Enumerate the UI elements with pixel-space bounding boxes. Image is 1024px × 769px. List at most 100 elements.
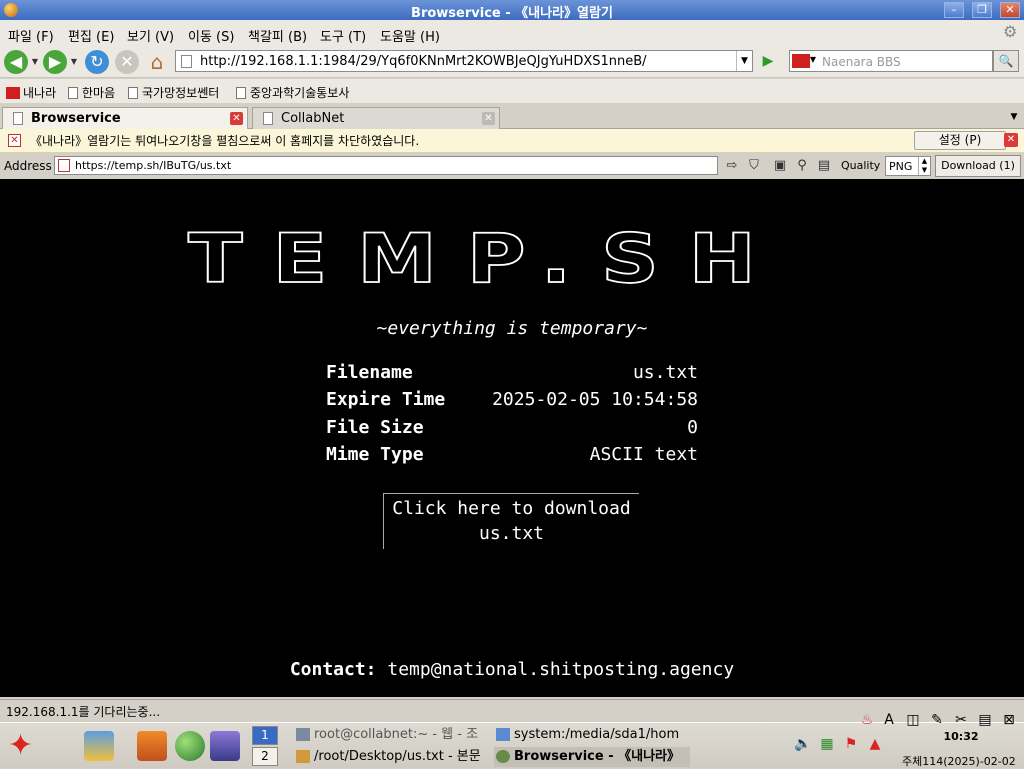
start-menu-star-icon[interactable]: ✦ — [8, 729, 66, 763]
tab-browservice[interactable]: Browservice ✕ — [2, 107, 248, 129]
blocked-icon: ✕ — [8, 134, 21, 147]
task-terminal[interactable]: root@collabnet:~ - 웹 - 조 — [294, 725, 490, 745]
clock[interactable]: 10:32 — [938, 730, 984, 743]
menu-bookmarks[interactable]: 책갈피 (B) — [248, 26, 307, 45]
go-button[interactable]: ▶ — [757, 51, 779, 71]
bookmark-hanmaeum[interactable]: 한마음 — [68, 84, 115, 101]
spinner-icon[interactable]: ▲ ▼ — [918, 157, 930, 175]
field-label: Expire Time — [326, 389, 446, 410]
search-engine-selector[interactable]: ▼ — [789, 50, 819, 72]
tab-list-dropdown-icon[interactable]: ▼ — [1006, 108, 1022, 126]
infobar-settings-button[interactable]: 설정 (P) — [914, 131, 1006, 150]
download-link-button[interactable]: Click here to download us.txt — [383, 493, 639, 549]
editor-launcher-icon[interactable] — [84, 731, 114, 761]
browservice-address-input[interactable]: https://temp.sh/IBuTG/us.txt — [54, 156, 718, 175]
tools-icon[interactable]: ✂ — [952, 711, 970, 729]
tab-label: CollabNet — [281, 111, 345, 126]
menu-file[interactable]: 파일 (F) — [8, 26, 54, 45]
go-arrow-icon[interactable]: ⇨ — [723, 158, 741, 174]
desktop-switch-2[interactable]: 2 — [252, 747, 278, 766]
back-history-dropdown-icon[interactable]: ▼ — [30, 50, 40, 74]
bookmark-icon[interactable]: ⛉ — [745, 158, 763, 174]
notes-icon[interactable]: ✎ — [928, 711, 946, 729]
forward-button[interactable]: ▶ — [43, 50, 67, 74]
download-link-filename: us.txt — [478, 523, 545, 544]
maximize-button[interactable]: ❐ — [972, 2, 992, 18]
bookmark-national-network-center[interactable]: 국가망정보쎈터 — [128, 84, 219, 101]
bookmark-naenara[interactable]: 내나라 — [6, 84, 56, 101]
search-button[interactable]: 🔍 — [993, 50, 1019, 72]
forward-history-dropdown-icon[interactable]: ▼ — [69, 50, 79, 74]
magnifier-icon: 🔍 — [998, 54, 1014, 68]
folder-icon — [496, 728, 510, 741]
taskbar: ✦ 1 2 root@collabnet:~ - 웹 - 조 system:/m… — [0, 712, 1024, 768]
quality-select[interactable]: PNG ▲ ▼ — [885, 156, 931, 176]
menu-edit[interactable]: 편집 (E) — [68, 26, 114, 45]
file-manager-launcher-icon[interactable] — [137, 731, 167, 761]
field-label: Mime Type — [326, 444, 424, 465]
bookmark-label: 한마음 — [82, 86, 116, 100]
task-text-editor[interactable]: /root/Desktop/us.txt - 본문 — [294, 747, 490, 767]
field-value: 2025-02-05 10:54:58 — [492, 389, 698, 410]
bookmark-label: 내나라 — [23, 86, 57, 100]
save-icon[interactable]: ▣ — [771, 158, 789, 174]
flag-icon[interactable]: ⚑ — [842, 735, 860, 753]
window-title: Browservice - 《내나라》열람기 — [411, 6, 613, 21]
download-button[interactable]: Download (1) — [935, 155, 1021, 177]
menu-go[interactable]: 이동 (S) — [188, 26, 234, 45]
naenara-logo-icon — [792, 54, 810, 68]
download-link-line1: Click here to download — [392, 498, 631, 519]
panel-icon[interactable]: ◫ — [904, 711, 922, 729]
browservice-address-text: https://temp.sh/IBuTG/us.txt — [75, 159, 232, 172]
reload-button[interactable]: ↻ — [85, 50, 109, 74]
infobar-close-icon[interactable]: ✕ — [1004, 133, 1018, 147]
popup-blocked-infobar: ✕ 《내나라》열람기는 튀여나오기창을 펼침으로써 이 홈페지를 차단하였습니다… — [0, 129, 1024, 153]
field-label: File Size — [326, 417, 424, 438]
editor-icon — [296, 750, 310, 763]
task-file-manager[interactable]: system:/media/sda1/hom — [494, 725, 690, 745]
site-logo: TEMP.SH — [187, 218, 786, 299]
font-icon[interactable]: A — [880, 711, 898, 729]
status-text: 192.168.1.1를 기다리는중... — [6, 705, 161, 719]
back-button[interactable]: ◀ — [4, 50, 28, 74]
stop-button[interactable]: ✕ — [115, 50, 139, 74]
task-label: system:/media/sda1/hom — [514, 727, 680, 742]
alert-icon[interactable]: ▲ — [866, 735, 884, 753]
fire-icon[interactable]: ♨ — [858, 711, 876, 729]
menu-view[interactable]: 보기 (V) — [127, 26, 174, 45]
address-label: Address — [4, 159, 52, 173]
url-bar[interactable]: http://192.168.1.1:1984/29/Yq6f0KNnMrt2K… — [175, 50, 753, 72]
tab-collabnet[interactable]: CollabNet ✕ — [252, 107, 500, 129]
title-bar: Browservice - 《내나라》열람기 – ❐ ✕ — [0, 0, 1024, 21]
menu-tools[interactable]: 도구 (T) — [320, 26, 366, 45]
minimize-button[interactable]: – — [944, 2, 964, 18]
contact-email[interactable]: temp@national.shitposting.agency — [387, 659, 734, 680]
document-icon[interactable]: ▤ — [976, 711, 994, 729]
quality-value: PNG — [889, 160, 913, 173]
network-icon[interactable]: ▦ — [818, 735, 836, 753]
url-dropdown-icon[interactable]: ▼ — [736, 51, 752, 71]
home-button[interactable]: ⌂ — [145, 50, 169, 74]
clipboard-icon[interactable]: ▤ — [815, 158, 833, 174]
search-input[interactable]: Naenara BBS — [818, 50, 993, 72]
field-value: ASCII text — [589, 444, 698, 465]
close-tab-icon[interactable]: ✕ — [230, 112, 243, 125]
desktop-switch-1[interactable]: 1 — [252, 726, 278, 745]
browser-launcher-icon[interactable] — [175, 731, 205, 761]
media-launcher-icon[interactable] — [210, 731, 240, 761]
close-tab-icon[interactable]: ✕ — [482, 112, 495, 125]
contact-line: Contact: temp@national.shitposting.agenc… — [0, 659, 1024, 680]
find-binoculars-icon[interactable]: ⚲ — [793, 158, 811, 174]
insecure-page-icon — [58, 159, 70, 172]
task-browservice[interactable]: Browservice - 《내나라》 — [494, 747, 690, 767]
bookmark-central-science-news[interactable]: 중앙과학기술통보사 — [236, 84, 349, 101]
volume-icon[interactable]: 🔈 — [794, 735, 812, 753]
page-icon — [128, 87, 138, 99]
page-icon — [263, 112, 273, 125]
close-window-button[interactable]: ✕ — [1000, 2, 1020, 18]
menu-help[interactable]: 도움말 (H) — [380, 26, 440, 45]
date: 주체114(2025)-02-02 — [902, 755, 1016, 768]
naenara-icon — [6, 87, 20, 99]
page-icon — [13, 112, 23, 125]
lock-icon[interactable]: ⊠ — [1000, 711, 1018, 729]
